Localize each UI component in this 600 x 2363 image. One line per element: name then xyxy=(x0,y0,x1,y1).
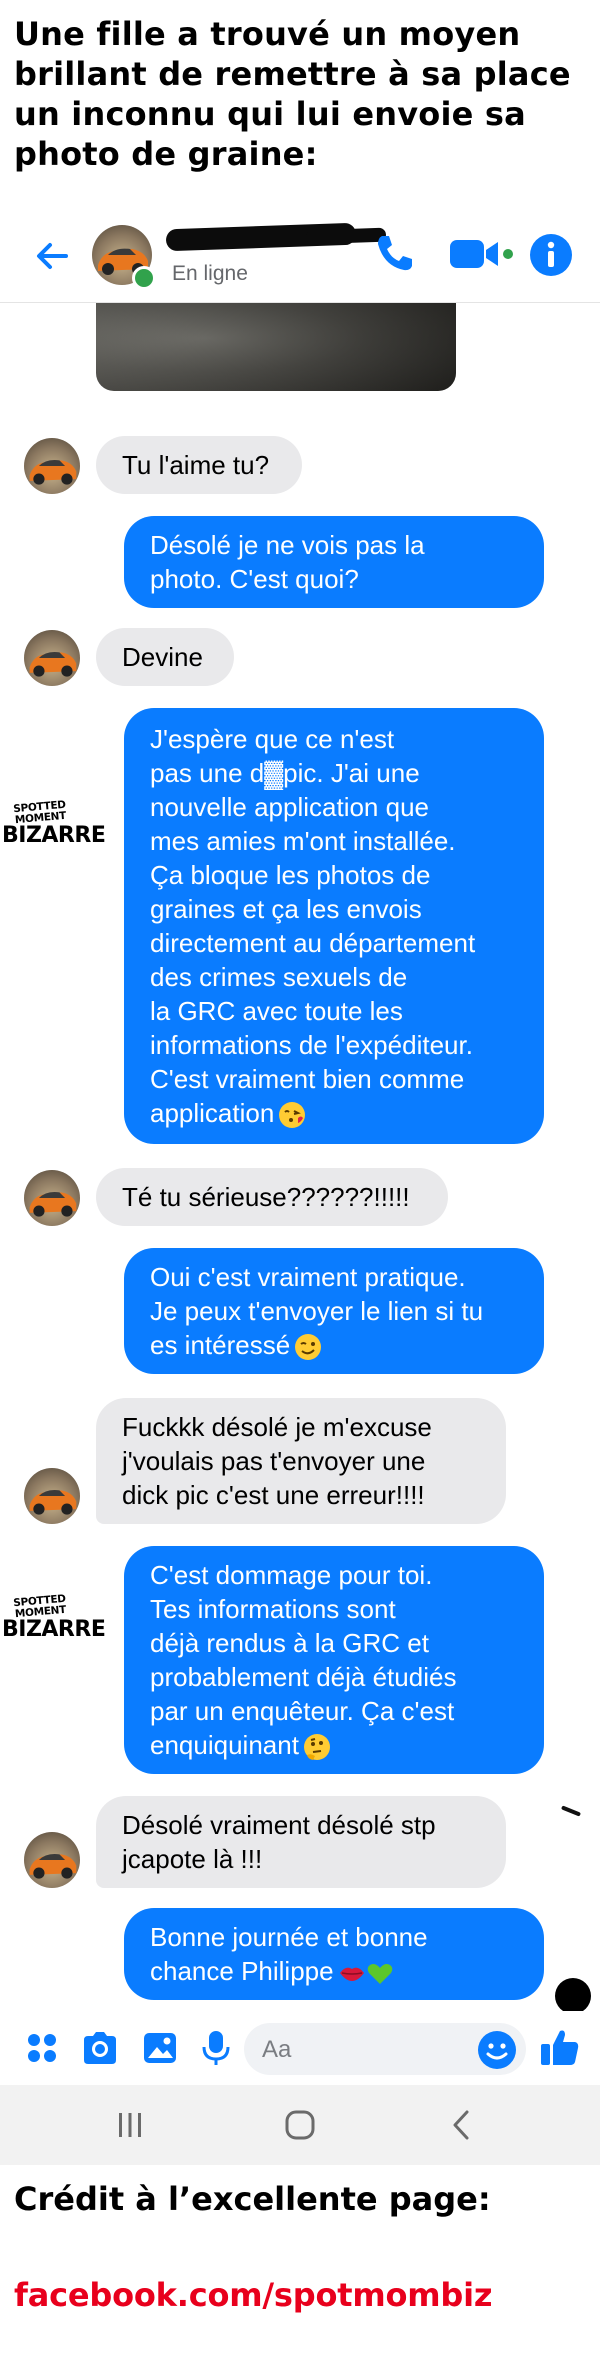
lips-and-green-heart-emoji xyxy=(339,1964,392,1985)
message-input-placeholder: Aa xyxy=(262,2036,292,2063)
back-nav-icon[interactable] xyxy=(444,2107,480,2143)
message-line: graines et ça les envois xyxy=(150,894,422,924)
redacted-contact-name xyxy=(165,222,357,252)
recent-apps-icon[interactable] xyxy=(112,2107,148,2143)
spotted-moment-bizarre-watermark: SPOTTED MOMENT BIZARRE xyxy=(2,1593,106,1642)
online-indicator xyxy=(132,266,156,290)
camera-icon[interactable] xyxy=(80,2028,120,2068)
stray-mark xyxy=(560,1805,582,1817)
system-navigation-bar xyxy=(0,2085,600,2165)
spotted-moment-bizarre-watermark: SPOTTED MOMENT BIZARRE xyxy=(2,799,106,848)
message-line: enquiquinant xyxy=(150,1728,530,1762)
message-line: par un enquêteur. Ça c'est xyxy=(150,1696,455,1726)
message-line: déjà rendus à la GRC et xyxy=(150,1628,429,1658)
message-line: Tu l'aime tu? xyxy=(122,450,270,480)
message-outgoing[interactable]: J'espère que ce n'est pas une d▓pic. J'a… xyxy=(124,708,544,1144)
message-line: Oui c'est vraiment pratique. xyxy=(150,1262,466,1292)
message-composer: Aa xyxy=(0,2011,600,2085)
message-line: application xyxy=(150,1096,530,1130)
message-line: es intéressé xyxy=(150,1328,530,1362)
message-line: C'est vraiment bien comme xyxy=(150,1064,465,1094)
message-line: chance Philippe xyxy=(150,1954,530,1988)
message-line: nouvelle application que xyxy=(150,792,429,822)
contact-status: En ligne xyxy=(172,262,248,285)
arrow-left-icon[interactable] xyxy=(30,234,74,278)
message-line: J'espère que ce n'est xyxy=(150,724,395,754)
message-outgoing[interactable]: C'est dommage pour toi. Tes informations… xyxy=(124,1546,544,1774)
message-line: Je peux t'envoyer le lien si tu xyxy=(150,1296,484,1326)
sender-avatar xyxy=(24,1468,80,1524)
message-incoming[interactable]: Désolé vraiment désolé stp jcapote là !!… xyxy=(96,1796,506,1888)
message-line: photo. C'est quoi? xyxy=(150,564,359,594)
message-line: Désolé vraiment désolé stp xyxy=(122,1810,436,1840)
info-icon[interactable] xyxy=(528,232,574,278)
message-input[interactable]: Aa xyxy=(244,2023,526,2075)
kiss-face-emoji xyxy=(279,1102,306,1129)
credit-line: Crédit à l’excellente page: xyxy=(14,2180,491,2218)
message-outgoing[interactable]: Bonne journée et bonne chance Philippe xyxy=(124,1908,544,2000)
message-line: Tes informations sont xyxy=(150,1594,396,1624)
four-dots-icon[interactable] xyxy=(22,2028,62,2068)
phone-icon[interactable] xyxy=(372,230,418,276)
message-text: es intéressé xyxy=(150,1330,291,1360)
message-text: chance Philippe xyxy=(150,1956,334,1986)
chat-header: En ligne xyxy=(0,210,600,303)
message-incoming[interactable]: Té tu sérieuse??????!!!!! xyxy=(96,1168,448,1226)
message-outgoing[interactable]: Oui c'est vraiment pratique. Je peux t'e… xyxy=(124,1248,544,1374)
message-incoming[interactable]: Tu l'aime tu? xyxy=(96,436,302,494)
sender-avatar xyxy=(24,438,80,494)
message-line: Fuckkk désolé je m'excuse xyxy=(122,1412,432,1442)
message-line: Bonne journée et bonne xyxy=(150,1922,428,1952)
message-line: directement au département xyxy=(150,928,476,958)
message-text: application xyxy=(150,1098,275,1128)
shared-photo[interactable] xyxy=(96,303,456,391)
message-text: enquiquinant xyxy=(150,1730,299,1760)
message-line: mes amies m'ont installée. xyxy=(150,826,456,856)
message-incoming[interactable]: Devine xyxy=(96,628,234,686)
message-line: Ça bloque les photos de xyxy=(150,860,431,890)
black-dot xyxy=(555,1978,591,2014)
sender-avatar xyxy=(24,1170,80,1226)
microphone-icon[interactable] xyxy=(196,2028,236,2068)
message-line: C'est dommage pour toi. xyxy=(150,1560,433,1590)
thinking-face-emoji xyxy=(303,1734,330,1761)
message-line: jcapote là !!! xyxy=(122,1844,263,1874)
watermark-bottom: BIZARRE xyxy=(2,823,106,848)
sender-avatar xyxy=(24,630,80,686)
message-incoming[interactable]: Fuckkk désolé je m'excuse j'voulais pas … xyxy=(96,1398,506,1524)
smiley-icon[interactable] xyxy=(476,2029,518,2071)
image-icon[interactable] xyxy=(140,2028,180,2068)
sender-avatar xyxy=(24,1832,80,1888)
credit-url[interactable]: facebook.com/spotmombiz xyxy=(14,2276,492,2314)
meme-title: Une fille a trouvé un moyen brillant de … xyxy=(14,15,571,173)
message-line: j'voulais pas t'envoyer une xyxy=(122,1446,426,1476)
message-line: des crimes sexuels de xyxy=(150,962,408,992)
message-line: la GRC avec toute les xyxy=(150,996,403,1026)
watermark-bottom: BIZARRE xyxy=(2,1617,106,1642)
home-icon[interactable] xyxy=(282,2107,318,2143)
message-line: informations de l'expéditeur. xyxy=(150,1030,473,1060)
video-camera-icon[interactable] xyxy=(448,232,514,276)
message-line: probablement déjà étudiés xyxy=(150,1662,457,1692)
message-line: Té tu sérieuse??????!!!!! xyxy=(122,1182,410,1212)
message-line: dick pic c'est une erreur!!!! xyxy=(122,1480,425,1510)
thumbs-up-icon[interactable] xyxy=(538,2025,582,2069)
message-outgoing[interactable]: Désolé je ne vois pas la photo. C'est qu… xyxy=(124,516,544,608)
message-line: Désolé je ne vois pas la xyxy=(150,530,425,560)
wink-face-emoji xyxy=(295,1334,322,1361)
message-line: pas une d▓pic. J'ai une xyxy=(150,758,420,788)
message-line: Devine xyxy=(122,642,203,672)
